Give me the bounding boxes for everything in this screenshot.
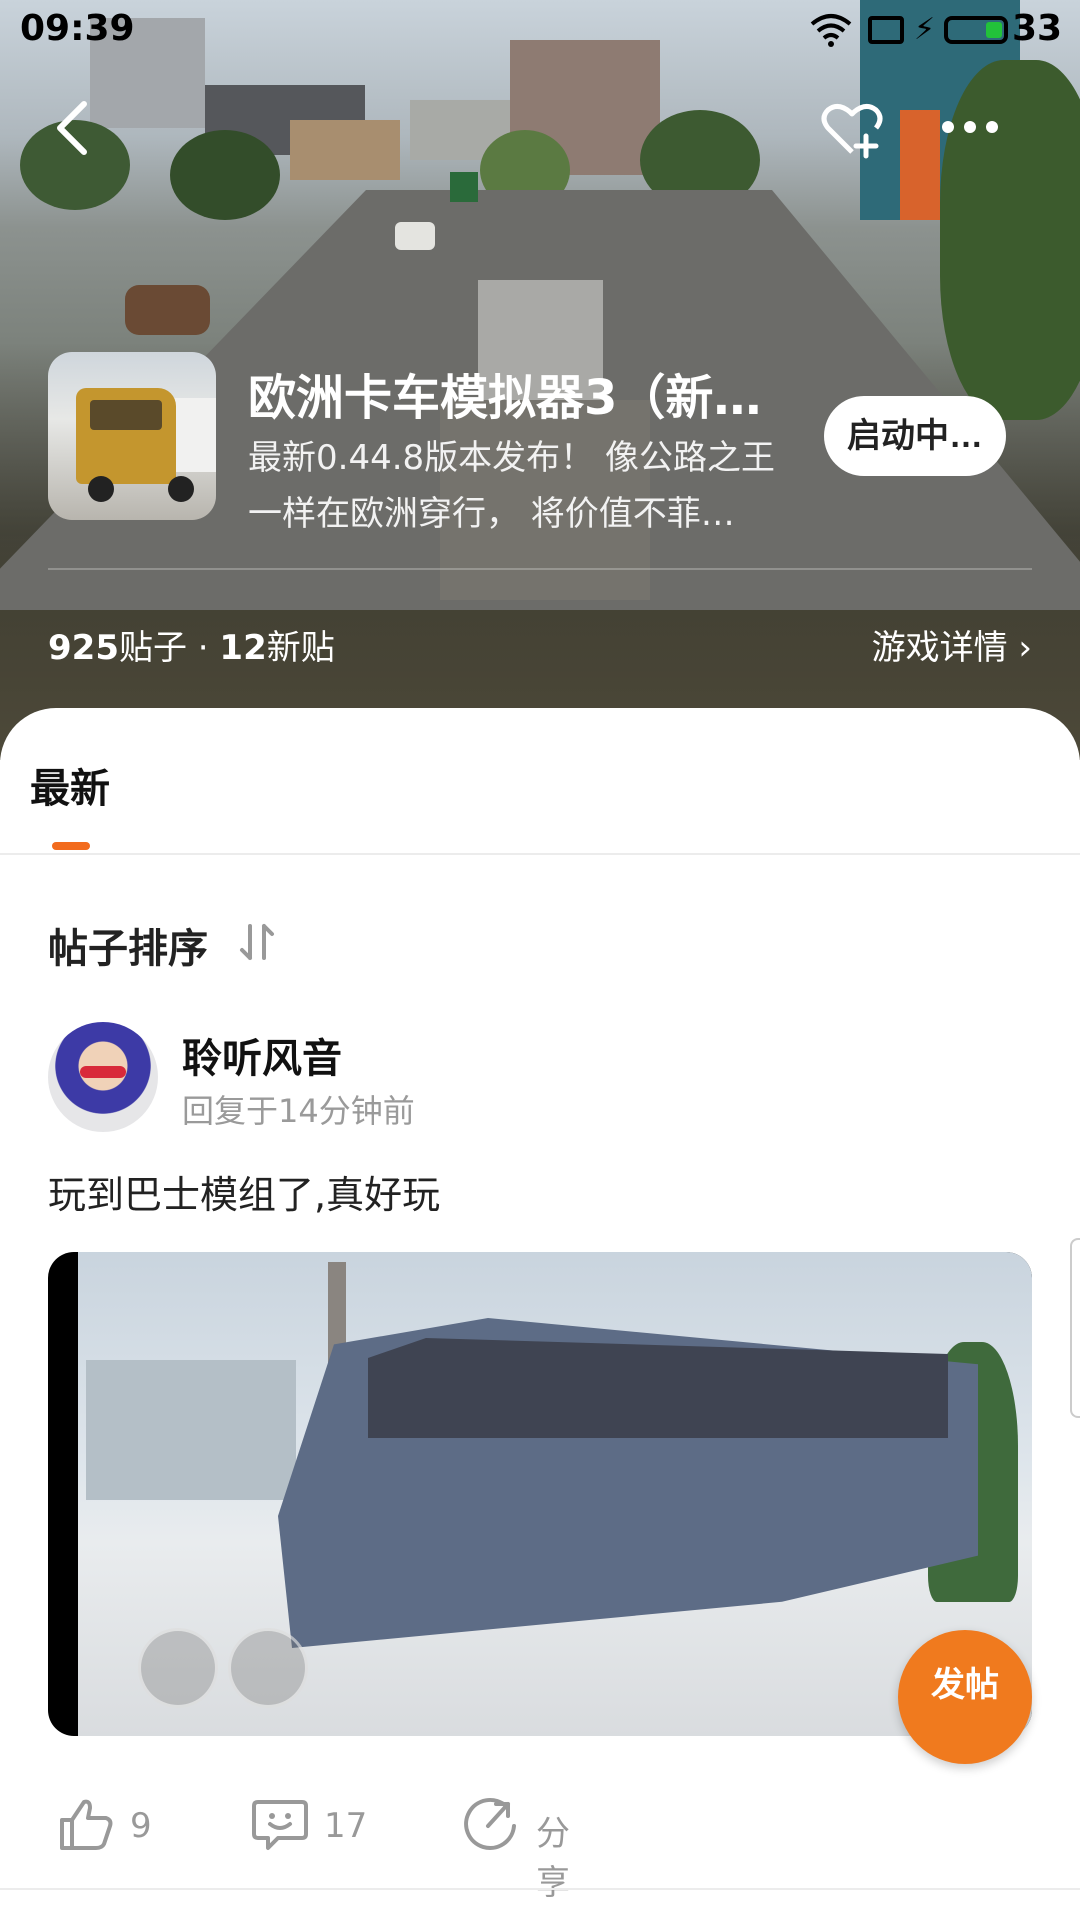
posts-count: 925 [48, 628, 119, 668]
heart-plus-icon[interactable] [820, 100, 884, 160]
new-posts-label: 新贴 [266, 628, 335, 668]
sort-icon[interactable] [238, 920, 278, 964]
status-time: 09:39 [20, 8, 135, 49]
new-post-fab[interactable]: 发帖 [898, 1630, 1032, 1764]
game-detail-link[interactable]: 游戏详情 › [872, 620, 1032, 669]
game-header: 09:39 ⚡ 33 欧洲卡车模拟器3（新版… 最新0.44.8版本发布！ 像公… [0, 0, 1080, 760]
scenery-truck [450, 172, 478, 202]
post-image-control [138, 1628, 218, 1708]
battery-icon [944, 16, 1008, 44]
scenery-building [290, 120, 400, 180]
game-icon[interactable] [48, 352, 216, 520]
comment-count: 17 [324, 1806, 368, 1846]
scenery-building [900, 110, 940, 220]
chevron-right-icon: › [1018, 628, 1032, 668]
comment-icon [252, 1800, 308, 1850]
post-image-control [228, 1628, 308, 1708]
game-description: 最新0.44.8版本发布！ 像公路之王一样在欧洲穿行， 将价值不菲… [248, 438, 775, 534]
game-detail-label: 游戏详情 [871, 628, 1008, 668]
back-icon[interactable] [48, 98, 98, 158]
tab-latest[interactable]: 最新 [30, 756, 110, 814]
divider [48, 568, 1032, 570]
divider [0, 853, 1080, 855]
scenery-tree [170, 130, 280, 220]
reply-time: 回复于14分钟前 [182, 1092, 415, 1130]
game-icon-truck-cab [76, 388, 176, 484]
launch-button[interactable]: 启动中… [824, 396, 1006, 476]
content-sheet: 最新 帖子排序 聆听风音 回复于14分钟前 玩到巴士模组了,真好玩 发帖 9 1… [0, 708, 1080, 1920]
sort-label[interactable]: 帖子排序 [48, 916, 208, 974]
tab-indicator [52, 842, 90, 850]
game-icon-wheel [88, 476, 114, 502]
thumbs-up-icon [60, 1799, 113, 1850]
stats-separator: · [186, 628, 220, 668]
game-title: 欧洲卡车模拟器3（新版… [248, 370, 793, 426]
game-icon-wheel [168, 476, 194, 502]
status-bar: 09:39 ⚡ 33 [0, 0, 1080, 62]
charging-icon: ⚡ [914, 12, 936, 47]
post-image-bus-window [368, 1338, 948, 1438]
posts-label: 贴子 [118, 628, 187, 668]
post-text[interactable]: 玩到巴士模组了,真好玩 [48, 1164, 440, 1219]
wifi-icon [810, 14, 852, 47]
scenery-car [125, 285, 210, 335]
share-icon [464, 1798, 516, 1850]
post-actions: 9 17 分享 [0, 1778, 1080, 1903]
divider [0, 1888, 1080, 1890]
author-name[interactable]: 聆听风音 [182, 1026, 342, 1084]
forum-stats: 925贴子 · 12新贴 [48, 620, 335, 669]
more-dots-icon[interactable] [940, 112, 1000, 142]
post-image[interactable] [48, 1252, 1032, 1736]
post-image-scene [78, 1252, 1032, 1736]
battery-level: 33 [1012, 8, 1063, 49]
like-count: 9 [130, 1806, 152, 1846]
new-posts-count: 12 [219, 628, 267, 668]
scroll-handle[interactable] [1070, 1238, 1080, 1418]
scenery-car [395, 222, 435, 250]
sim-card-icon [868, 16, 904, 44]
post-image-building [86, 1360, 296, 1500]
avatar[interactable] [48, 1022, 158, 1132]
